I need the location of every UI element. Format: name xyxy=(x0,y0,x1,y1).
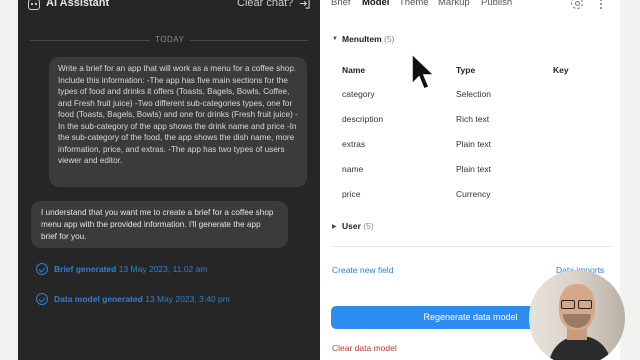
check-circle-icon xyxy=(36,263,48,275)
chat-title: AI Assistant xyxy=(46,0,110,9)
check-circle-icon xyxy=(36,293,48,305)
status-label: Data model generated xyxy=(54,294,143,304)
table-row[interactable]: description Rich text xyxy=(342,114,612,128)
table-row[interactable]: name Plain text xyxy=(342,164,612,178)
tab-model[interactable]: Model xyxy=(362,0,389,8)
field-name: extras xyxy=(342,139,366,149)
status-date: 13 May 2023, 3:40 pm xyxy=(145,294,230,304)
divider-left xyxy=(30,40,150,41)
date-divider-label: TODAY xyxy=(155,35,185,44)
clear-chat-button[interactable]: Clear chat? xyxy=(237,0,293,9)
create-new-field-link[interactable]: Create new field xyxy=(332,265,393,275)
mouse-pointer-icon xyxy=(411,52,436,90)
exit-icon[interactable] xyxy=(299,0,310,9)
table-row[interactable]: category Selection xyxy=(342,89,612,103)
chevron-right-icon: ▶ xyxy=(332,224,337,230)
status-date: 13 May 2023, 11:02 am xyxy=(118,264,208,274)
tab-brief[interactable]: Brief xyxy=(331,0,351,8)
group-name: MenuItem xyxy=(342,34,382,44)
chat-header: AI Assistant Clear chat? xyxy=(18,0,320,14)
assistant-message: I understand that you want me to create … xyxy=(31,201,288,248)
field-type: Plain text xyxy=(456,164,491,174)
table-row[interactable]: price Currency xyxy=(342,189,612,203)
more-options-icon[interactable] xyxy=(600,0,604,11)
field-type: Plain text xyxy=(456,139,491,149)
column-header-name: Name xyxy=(342,65,366,75)
field-name: name xyxy=(342,164,364,174)
user-message: Write a brief for an app that will work … xyxy=(49,57,307,187)
table-row[interactable]: extras Plain text xyxy=(342,139,612,153)
tab-publish[interactable]: Publish xyxy=(481,0,512,8)
column-header-key: Key xyxy=(553,65,569,75)
chevron-down-icon: ▼ xyxy=(332,36,338,42)
tab-theme[interactable]: Theme xyxy=(399,0,429,8)
field-name: category xyxy=(342,89,375,99)
bot-icon xyxy=(28,0,40,10)
field-type: Currency xyxy=(456,189,491,199)
group-count: (5) xyxy=(384,34,395,44)
tab-markup[interactable]: Markup xyxy=(438,0,470,8)
gear-icon[interactable] xyxy=(571,0,583,9)
field-type: Rich text xyxy=(456,114,490,124)
field-name: description xyxy=(342,114,384,124)
group-name: User xyxy=(342,221,361,231)
group-count: (5) xyxy=(363,221,374,231)
status-label: Brief generated xyxy=(54,264,117,274)
field-type: Selection xyxy=(456,89,491,99)
chat-panel: AI Assistant Clear chat? TODAY Write a b… xyxy=(18,0,320,360)
divider xyxy=(332,246,612,247)
column-header-type: Type xyxy=(456,65,476,75)
divider-right xyxy=(190,40,308,41)
clear-data-model-link[interactable]: Clear data model xyxy=(332,343,397,353)
field-name: price xyxy=(342,189,361,199)
webcam-overlay xyxy=(529,270,625,360)
